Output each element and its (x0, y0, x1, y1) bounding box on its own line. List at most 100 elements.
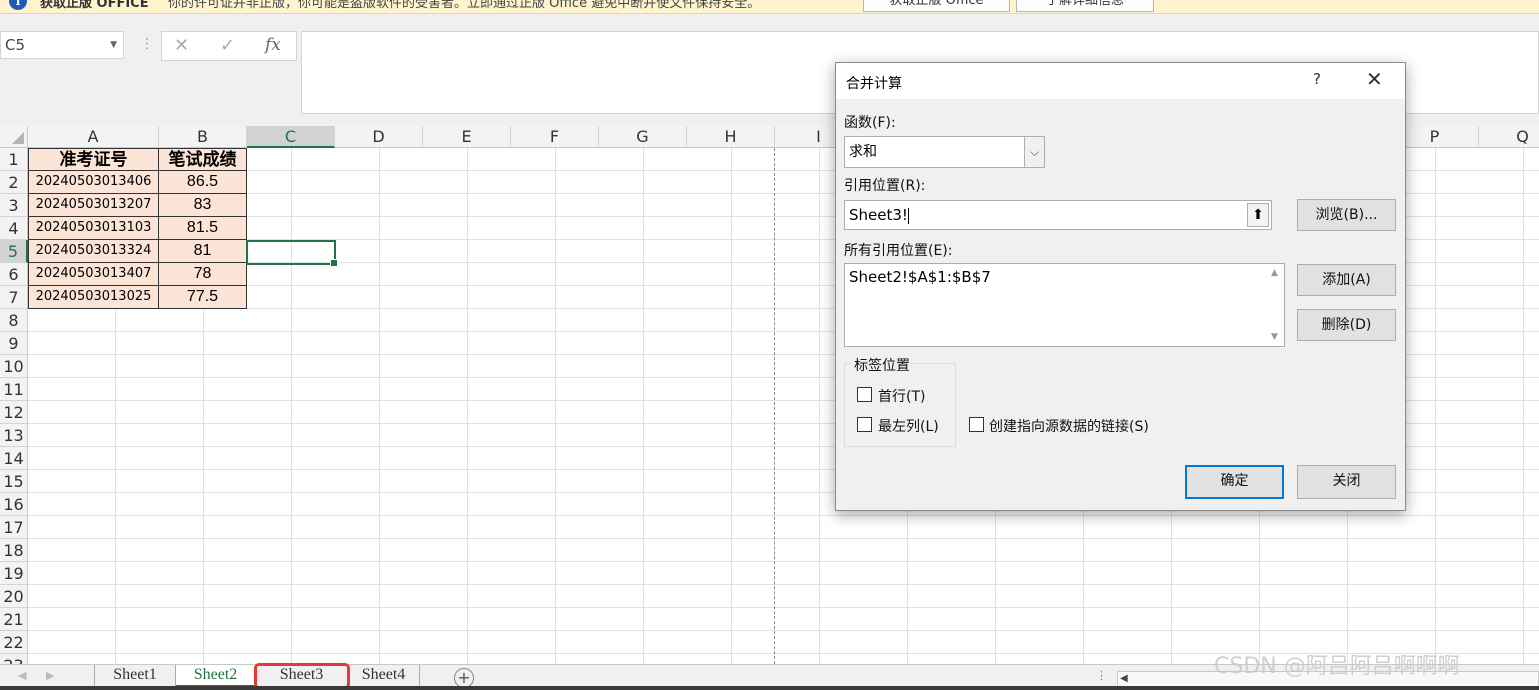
cell-b7[interactable]: 77.5 (159, 286, 247, 309)
column-header-f[interactable]: F (511, 126, 599, 148)
row-header-19[interactable]: 19 (0, 562, 28, 585)
cell-b5[interactable]: 81 (159, 240, 247, 263)
close-button[interactable]: 关闭 (1297, 465, 1396, 499)
column-header-a[interactable]: A (28, 126, 159, 148)
tab-split-handle-icon[interactable]: ⋮ (1096, 669, 1107, 682)
cell-b1[interactable]: 笔试成绩 (159, 148, 247, 171)
status-bar-edge (0, 686, 1539, 690)
chevron-down-icon[interactable]: ⌵ (1024, 137, 1044, 167)
row-header-14[interactable]: 14 (0, 447, 28, 470)
row-header-5[interactable]: 5 (0, 240, 28, 263)
name-box[interactable]: C5 ▼ (0, 31, 124, 59)
function-select[interactable]: 求和 ⌵ (844, 136, 1045, 168)
row-header-21[interactable]: 21 (0, 608, 28, 631)
row-header-17[interactable]: 17 (0, 516, 28, 539)
row-header-10[interactable]: 10 (0, 355, 28, 378)
select-all-corner[interactable] (0, 126, 28, 148)
dialog-titlebar: 合并计算 ? ✕ (836, 63, 1405, 99)
add-sheet-icon[interactable]: + (454, 668, 474, 688)
create-links-checkbox[interactable] (969, 417, 984, 432)
get-genuine-office-button[interactable]: 获取正版 Office (863, 0, 1010, 12)
row-header-7[interactable]: 7 (0, 286, 28, 309)
list-scrollbar[interactable]: ▲ ▼ (1267, 264, 1284, 346)
left-column-checkbox[interactable] (857, 417, 872, 432)
row-header-2[interactable]: 2 (0, 171, 28, 194)
cell-b4[interactable]: 81.5 (159, 217, 247, 240)
create-links-label[interactable]: 创建指向源数据的链接(S) (989, 416, 1149, 436)
cell-a1[interactable]: 准考证号 (28, 148, 159, 171)
page-break-line (774, 148, 775, 664)
column-header-d[interactable]: D (335, 126, 423, 148)
tab-scroll-right-icon[interactable]: ▶ (46, 669, 54, 682)
info-icon: i (9, 0, 27, 10)
more-options-icon[interactable]: ⋮ (140, 36, 154, 52)
license-notification-bar: i 获取正版 OFFICE 你的许可证并非正版，你可能是盗版软件的受害者。立即通… (0, 0, 1539, 14)
row-header-8[interactable]: 8 (0, 309, 28, 332)
row-header-4[interactable]: 4 (0, 217, 28, 240)
tab-scroll-left-icon[interactable]: ◀ (18, 669, 26, 682)
notification-title: 获取正版 OFFICE (40, 0, 149, 11)
learn-more-button[interactable]: 了解详细信息 (1016, 0, 1154, 12)
column-header-b[interactable]: B (159, 126, 247, 148)
left-column-label[interactable]: 最左列(L) (878, 416, 939, 436)
cell-a6[interactable]: 20240503013407 (28, 263, 159, 286)
help-icon[interactable]: ? (1313, 70, 1321, 88)
row-header-18[interactable]: 18 (0, 539, 28, 562)
scroll-up-icon[interactable]: ▲ (1271, 268, 1278, 278)
column-header-q[interactable]: Q (1479, 126, 1539, 148)
function-label: 函数(F): (844, 115, 896, 131)
formula-buttons: ✕ ✓ fx (161, 31, 297, 61)
row-header-16[interactable]: 16 (0, 493, 28, 516)
first-row-label[interactable]: 首行(T) (878, 386, 925, 406)
add-button[interactable]: 添加(A) (1297, 264, 1396, 296)
cell-a2[interactable]: 20240503013406 (28, 171, 159, 194)
row-header-3[interactable]: 3 (0, 194, 28, 217)
row-header-15[interactable]: 15 (0, 470, 28, 493)
cancel-icon[interactable]: ✕ (174, 35, 189, 56)
tab-sheet3[interactable]: Sheet3 (254, 663, 350, 689)
column-header-c[interactable]: C (247, 126, 335, 148)
dialog-title: 合并计算 (846, 76, 902, 92)
tab-sheet2[interactable]: Sheet2 (176, 665, 256, 687)
row-header-11[interactable]: 11 (0, 378, 28, 401)
row-header-9[interactable]: 9 (0, 332, 28, 355)
list-item[interactable]: Sheet2!$A$1:$B$7 (849, 268, 1280, 286)
active-cell-c5[interactable] (246, 240, 338, 267)
chevron-down-icon[interactable]: ▼ (110, 32, 117, 58)
cell-a7[interactable]: 20240503013025 (28, 286, 159, 309)
column-header-e[interactable]: E (423, 126, 511, 148)
label-position-title: 标签位置 (852, 355, 912, 375)
insert-function-icon[interactable]: fx (265, 35, 281, 55)
notification-message: 你的许可证并非正版，你可能是盗版软件的受害者。立即通过正版 Office 避免中… (168, 0, 761, 11)
all-references-list[interactable]: Sheet2!$A$1:$B$7 ▲ ▼ (844, 263, 1285, 347)
cell-a3[interactable]: 20240503013207 (28, 194, 159, 217)
enter-check-icon[interactable]: ✓ (220, 35, 235, 56)
collapse-dialog-icon[interactable]: ⬆ (1247, 203, 1269, 227)
reference-input[interactable]: Sheet3! ⬆ (844, 200, 1272, 230)
scroll-down-icon[interactable]: ▼ (1271, 332, 1278, 342)
function-value: 求和 (849, 144, 877, 160)
row-header-6[interactable]: 6 (0, 263, 28, 286)
row-header-13[interactable]: 13 (0, 424, 28, 447)
cell-b6[interactable]: 78 (159, 263, 247, 286)
cell-a4[interactable]: 20240503013103 (28, 217, 159, 240)
cell-b2[interactable]: 86.5 (159, 171, 247, 194)
column-header-h[interactable]: H (687, 126, 775, 148)
row-header-12[interactable]: 12 (0, 401, 28, 424)
row-header-1[interactable]: 1 (0, 148, 28, 171)
tab-sheet1[interactable]: Sheet1 (94, 665, 176, 687)
cell-b3[interactable]: 83 (159, 194, 247, 217)
column-header-g[interactable]: G (599, 126, 687, 148)
delete-button[interactable]: 删除(D) (1297, 309, 1396, 341)
row-header-23[interactable]: 23 (0, 654, 28, 664)
text-cursor (907, 207, 909, 224)
row-header-22[interactable]: 22 (0, 631, 28, 654)
first-row-checkbox[interactable] (857, 387, 872, 402)
close-icon[interactable]: ✕ (1366, 67, 1383, 91)
cell-a5[interactable]: 20240503013324 (28, 240, 159, 263)
tab-sheet4[interactable]: Sheet4 (348, 665, 420, 687)
ok-button[interactable]: 确定 (1185, 465, 1284, 499)
browse-button[interactable]: 浏览(B)... (1297, 199, 1396, 231)
row-header-20[interactable]: 20 (0, 585, 28, 608)
scroll-left-icon[interactable]: ◀ (1120, 672, 1128, 686)
